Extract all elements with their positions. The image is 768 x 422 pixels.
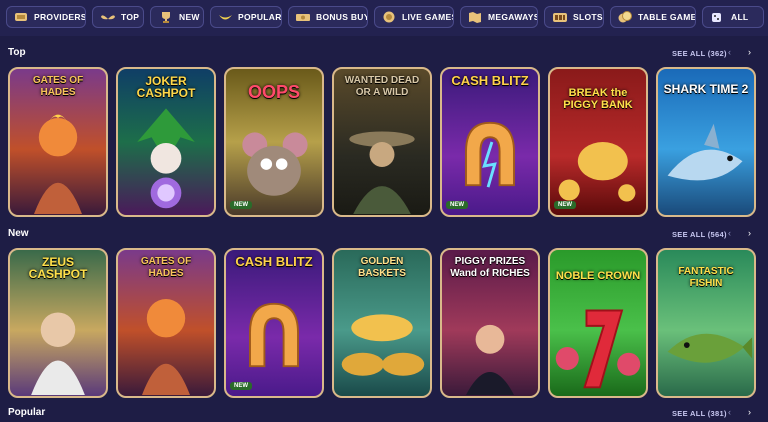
game-card[interactable]: ZEUS CASHPOT	[8, 248, 108, 398]
game-title: OOPS	[247, 82, 300, 102]
section-title-top: Top	[8, 47, 26, 58]
dice-icon	[709, 10, 726, 24]
wings-icon	[99, 10, 116, 24]
map-icon	[467, 10, 483, 24]
game-title: JOKER CASHPOT	[136, 74, 196, 100]
game-title: WANTED DEAD OR A WILD	[344, 75, 420, 98]
category-nav: PROVIDERS TOP NEW POPULAR BONUS BUYS LIV…	[0, 0, 768, 36]
game-card[interactable]: GOLDEN BASKETS	[332, 248, 432, 398]
game-title: SHARK TIME 2	[663, 82, 749, 96]
scroll-right-new-icon[interactable]: ›	[748, 228, 751, 238]
game-artwork	[465, 121, 515, 188]
game-card[interactable]: CASH BLITZ NEW	[224, 248, 324, 398]
scroll-left-new-icon[interactable]: ‹	[728, 228, 731, 238]
new-badge: NEW	[230, 382, 252, 390]
section-title-new: New	[8, 228, 29, 239]
game-title: CASH BLITZ	[235, 254, 313, 269]
scroll-left-popular-icon[interactable]: ‹	[728, 407, 731, 417]
game-card[interactable]: SHARK TIME 2	[656, 67, 756, 217]
game-card[interactable]: GATES OF HADES	[8, 67, 108, 217]
nav-popular[interactable]: POPULAR	[210, 6, 282, 28]
game-card[interactable]: FANTASTIC FISHIN	[656, 248, 756, 398]
section-title-popular: Popular	[8, 407, 46, 418]
new-games-row: ZEUS CASHPOT GATES OF HADES CASH BLITZ N…	[0, 248, 768, 400]
top-games-row: GATES OF HADES JOKER CASHPOT OOPS NEW WA…	[0, 67, 768, 219]
banana-icon	[217, 10, 233, 24]
nav-all[interactable]: ALL	[702, 6, 764, 28]
trophy-icon	[157, 10, 174, 24]
game-card[interactable]: NOBLE CROWN	[548, 248, 648, 398]
nav-providers[interactable]: PROVIDERS	[6, 6, 86, 28]
game-card[interactable]: BREAK the PIGGY BANK NEW	[548, 67, 648, 217]
game-title: FANTASTIC FISHIN	[678, 266, 734, 289]
new-badge: NEW	[230, 201, 252, 209]
game-title: NOBLE CROWN	[555, 270, 641, 282]
game-title: CASH BLITZ	[451, 73, 529, 88]
coin-icon	[381, 10, 397, 24]
game-title: PIGGY PRIZES Wand of RICHES	[450, 256, 530, 279]
slot-icon	[551, 10, 568, 24]
game-title: GATES OF HADES	[32, 75, 84, 98]
game-card[interactable]: PIGGY PRIZES Wand of RICHES	[440, 248, 540, 398]
scroll-right-popular-icon[interactable]: ›	[748, 407, 751, 417]
see-all-popular[interactable]: SEE ALL (381)	[672, 409, 727, 418]
game-title: ZEUS CASHPOT	[28, 255, 88, 281]
nav-new[interactable]: NEW	[150, 6, 204, 28]
new-badge: NEW	[554, 201, 576, 209]
nav-slots[interactable]: SLOTS	[544, 6, 604, 28]
scroll-left-top-icon[interactable]: ‹	[728, 47, 731, 57]
see-all-top[interactable]: SEE ALL (362)	[672, 49, 727, 58]
nav-megaways[interactable]: MEGAWAYS	[460, 6, 538, 28]
game-title: GATES OF HADES	[140, 256, 192, 279]
game-card[interactable]: OOPS NEW	[224, 67, 324, 217]
new-badge: NEW	[446, 201, 468, 209]
game-title: GOLDEN BASKETS	[358, 256, 406, 279]
game-card[interactable]: CASH BLITZ NEW	[440, 67, 540, 217]
nav-top[interactable]: TOP	[92, 6, 144, 28]
scroll-right-top-icon[interactable]: ›	[748, 47, 751, 57]
scroll-icon	[13, 10, 29, 24]
game-card[interactable]: WANTED DEAD OR A WILD	[332, 67, 432, 217]
game-artwork	[249, 302, 299, 368]
see-all-new[interactable]: SEE ALL (564)	[672, 230, 727, 239]
game-card[interactable]: JOKER CASHPOT	[116, 67, 216, 217]
nav-live-games[interactable]: LIVE GAMES	[374, 6, 454, 28]
ticket-icon	[295, 10, 311, 24]
nav-table-games[interactable]: TABLE GAMES	[610, 6, 696, 28]
game-title: BREAK the PIGGY BANK	[563, 87, 633, 111]
game-card[interactable]: GATES OF HADES	[116, 248, 216, 398]
nav-bonus-buys[interactable]: BONUS BUYS	[288, 6, 368, 28]
chips-icon	[617, 10, 633, 24]
